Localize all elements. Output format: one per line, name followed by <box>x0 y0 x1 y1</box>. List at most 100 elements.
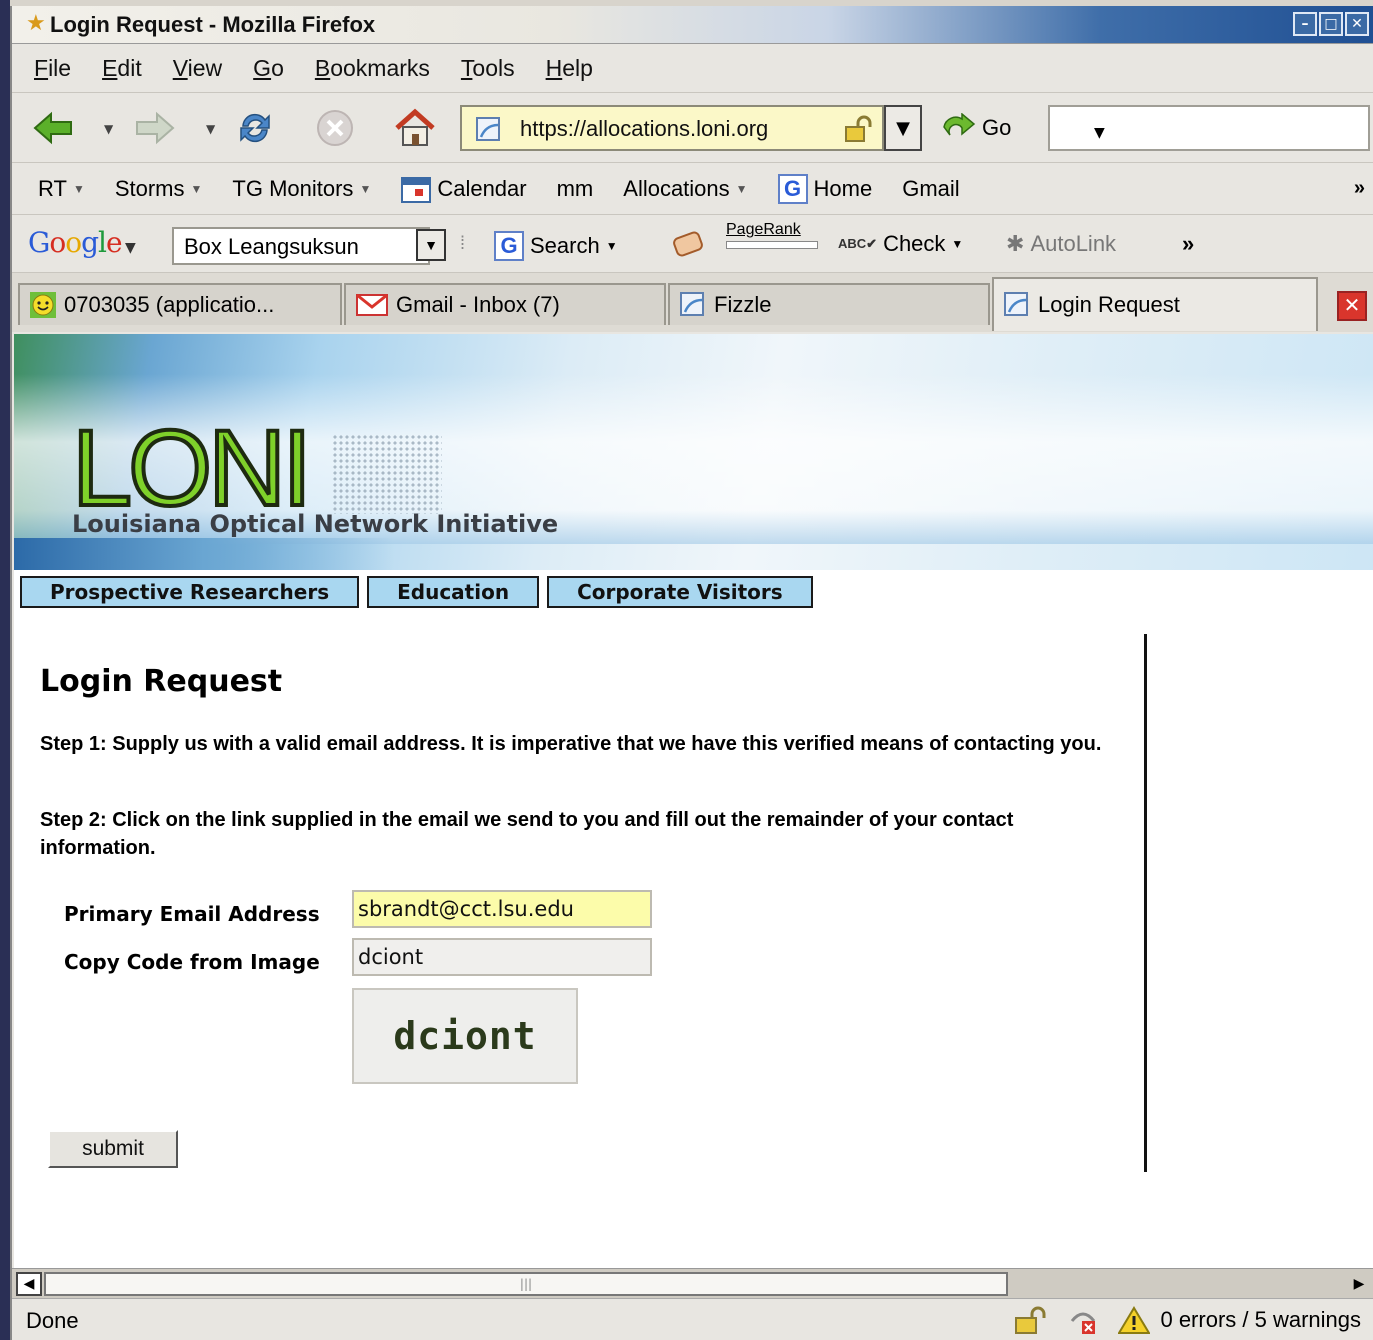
email-field[interactable] <box>352 890 652 928</box>
tab-login-request[interactable]: Login Request <box>992 277 1318 331</box>
google-g-icon: G <box>494 231 524 261</box>
search-label: Search <box>530 233 600 258</box>
page-favicon-icon <box>476 117 500 141</box>
submit-button[interactable]: submit <box>48 1130 178 1168</box>
home-icon[interactable] <box>394 107 436 149</box>
google-search-button[interactable]: G Search ▼ <box>494 231 618 261</box>
pagerank-indicator[interactable]: PageRank <box>726 221 818 249</box>
scroll-right-arrow-icon[interactable]: ▶ <box>1347 1272 1371 1296</box>
horizontal-scrollbar[interactable]: ◀ ||| ▶ <box>12 1268 1373 1298</box>
bookmark-calendar[interactable]: Calendar <box>401 175 527 203</box>
spell-check-button[interactable]: ABC✔ Check ▼ <box>838 231 963 257</box>
captcha-code-field[interactable] <box>352 938 652 976</box>
padlock-icon[interactable] <box>1014 1305 1048 1335</box>
forward-dropdown-icon[interactable]: ▼ <box>206 122 215 136</box>
bookmark-tg-monitors[interactable]: TG Monitors ▼ <box>232 176 371 202</box>
bookmark-allocations[interactable]: Allocations ▼ <box>623 176 747 202</box>
bookmark-gmail[interactable]: Gmail <box>902 176 959 202</box>
bookmark-label: TG Monitors <box>232 175 354 201</box>
maximize-button[interactable]: □ <box>1319 12 1343 36</box>
menu-view[interactable]: View <box>173 55 222 82</box>
chevron-down-icon: ▼ <box>951 237 964 251</box>
page-icon <box>680 292 704 316</box>
site-nav: Prospective Researchers Education Corpor… <box>20 576 813 608</box>
search-engine-box[interactable]: ▼ <box>1048 105 1370 151</box>
padlock-icon[interactable] <box>844 115 872 143</box>
go-arrow-icon <box>943 113 976 136</box>
desktop-edge <box>0 0 10 1340</box>
window-controls: – □ ✕ <box>1293 12 1369 36</box>
window-title: Login Request - Mozilla Firefox <box>50 12 376 37</box>
step-2-text: Step 2: Click on the link supplied in th… <box>40 809 1014 859</box>
bookmark-mm[interactable]: mm <box>557 176 594 202</box>
menu-edit[interactable]: Edit <box>102 55 142 82</box>
chevron-down-icon: ▼ <box>190 181 203 196</box>
go-button[interactable]: Go <box>942 113 1011 143</box>
more-tools-chevron-icon[interactable]: » <box>1182 231 1194 257</box>
url-history-dropdown[interactable]: ▼ <box>884 105 922 151</box>
bookmark-storms[interactable]: Storms ▼ <box>115 176 203 202</box>
google-logo[interactable]: Google ▼ <box>28 226 136 259</box>
more-bookmarks-chevron-icon[interactable]: » <box>1354 177 1365 200</box>
title-bar[interactable]: ★ Login Request - Mozilla Firefox – □ ✕ <box>12 6 1373 44</box>
page-icon <box>1004 292 1028 316</box>
back-dropdown-icon[interactable]: ▼ <box>104 122 113 136</box>
bookmark-label: Storms <box>114 175 185 201</box>
nav-education[interactable]: Education <box>367 576 540 608</box>
tab-label: Gmail - Inbox (7) <box>396 292 560 317</box>
chevron-down-icon: ▼ <box>735 181 748 196</box>
bookmark-label: RT <box>38 175 67 201</box>
close-window-button[interactable]: ✕ <box>1345 12 1369 36</box>
autolink-button[interactable]: ✱ AutoLink <box>1006 231 1116 257</box>
chevron-down-icon: ▼ <box>72 181 85 196</box>
chevron-down-icon: ▼ <box>605 239 618 253</box>
nav-corporate-visitors[interactable]: Corporate Visitors <box>547 576 813 608</box>
popup-blocker-icon[interactable] <box>672 231 704 257</box>
tab-bar: 0703035 (applicatio... Gmail - Inbox (7)… <box>12 272 1373 332</box>
pagerank-bar <box>726 241 818 249</box>
tab-application[interactable]: 0703035 (applicatio... <box>18 283 342 325</box>
menu-file[interactable]: File <box>34 55 71 82</box>
bookmark-home[interactable]: G Home <box>777 173 872 204</box>
back-arrow-icon[interactable] <box>32 107 74 149</box>
minimize-button[interactable]: – <box>1293 12 1317 36</box>
close-tab-icon[interactable]: ✕ <box>1337 291 1367 321</box>
magic-wand-icon: ✱ <box>1006 231 1025 256</box>
banner-band <box>14 538 394 570</box>
tab-gmail[interactable]: Gmail - Inbox (7) <box>344 283 666 325</box>
page-content: LONI Louisiana Optical Network Initiativ… <box>14 334 1373 1268</box>
forward-arrow-icon[interactable] <box>134 107 176 149</box>
tab-label: Fizzle <box>714 292 772 317</box>
google-toolbar: Google ▼ Box Leangsuksun ▼ ⁞ G Search ▼ … <box>12 214 1373 272</box>
logo-dot-pattern <box>332 434 442 514</box>
menu-help[interactable]: Help <box>546 55 593 82</box>
code-label: Copy Code from Image <box>64 950 320 974</box>
nav-prospective-researchers[interactable]: Prospective Researchers <box>20 576 360 608</box>
google-search-input[interactable]: Box Leangsuksun <box>172 227 430 265</box>
network-error-icon[interactable] <box>1068 1305 1098 1335</box>
browser-window: ★ Login Request - Mozilla Firefox – □ ✕ … <box>10 6 1373 1340</box>
spellcheck-abc-icon: ABC✔ <box>838 236 878 251</box>
menu-go[interactable]: Go <box>253 55 284 82</box>
bookmark-rt[interactable]: RT ▼ <box>38 176 85 202</box>
bookmark-label: Allocations <box>623 175 730 201</box>
stop-icon[interactable] <box>314 107 356 149</box>
tab-fizzle[interactable]: Fizzle <box>668 283 990 325</box>
error-console-indicator[interactable]: 0 errors / 5 warnings <box>1118 1306 1361 1334</box>
bookmarks-toolbar: RT ▼ Storms ▼ TG Monitors ▼ Calendar mm All… <box>12 162 1373 214</box>
menu-tools[interactable]: Tools <box>461 55 515 82</box>
toolbar-grip-icon[interactable]: ⁞ <box>460 233 465 254</box>
captcha-image: dciont <box>352 988 578 1084</box>
loni-logo[interactable]: LONI <box>70 412 314 524</box>
pagerank-label: PageRank <box>726 221 801 238</box>
firefox-star-icon: ★ <box>26 11 46 36</box>
url-bar[interactable]: https://allocations.loni.org <box>460 105 884 151</box>
menu-bookmarks[interactable]: Bookmarks <box>315 55 430 82</box>
scroll-left-arrow-icon[interactable]: ◀ <box>16 1272 42 1296</box>
scroll-thumb[interactable]: ||| <box>44 1272 1008 1296</box>
search-dropdown-icon[interactable]: ▼ <box>1094 125 1105 141</box>
google-history-dropdown[interactable]: ▼ <box>416 229 446 261</box>
reload-icon[interactable] <box>234 107 276 149</box>
email-label: Primary Email Address <box>64 902 320 926</box>
chevron-down-icon: ▼ <box>359 181 372 196</box>
